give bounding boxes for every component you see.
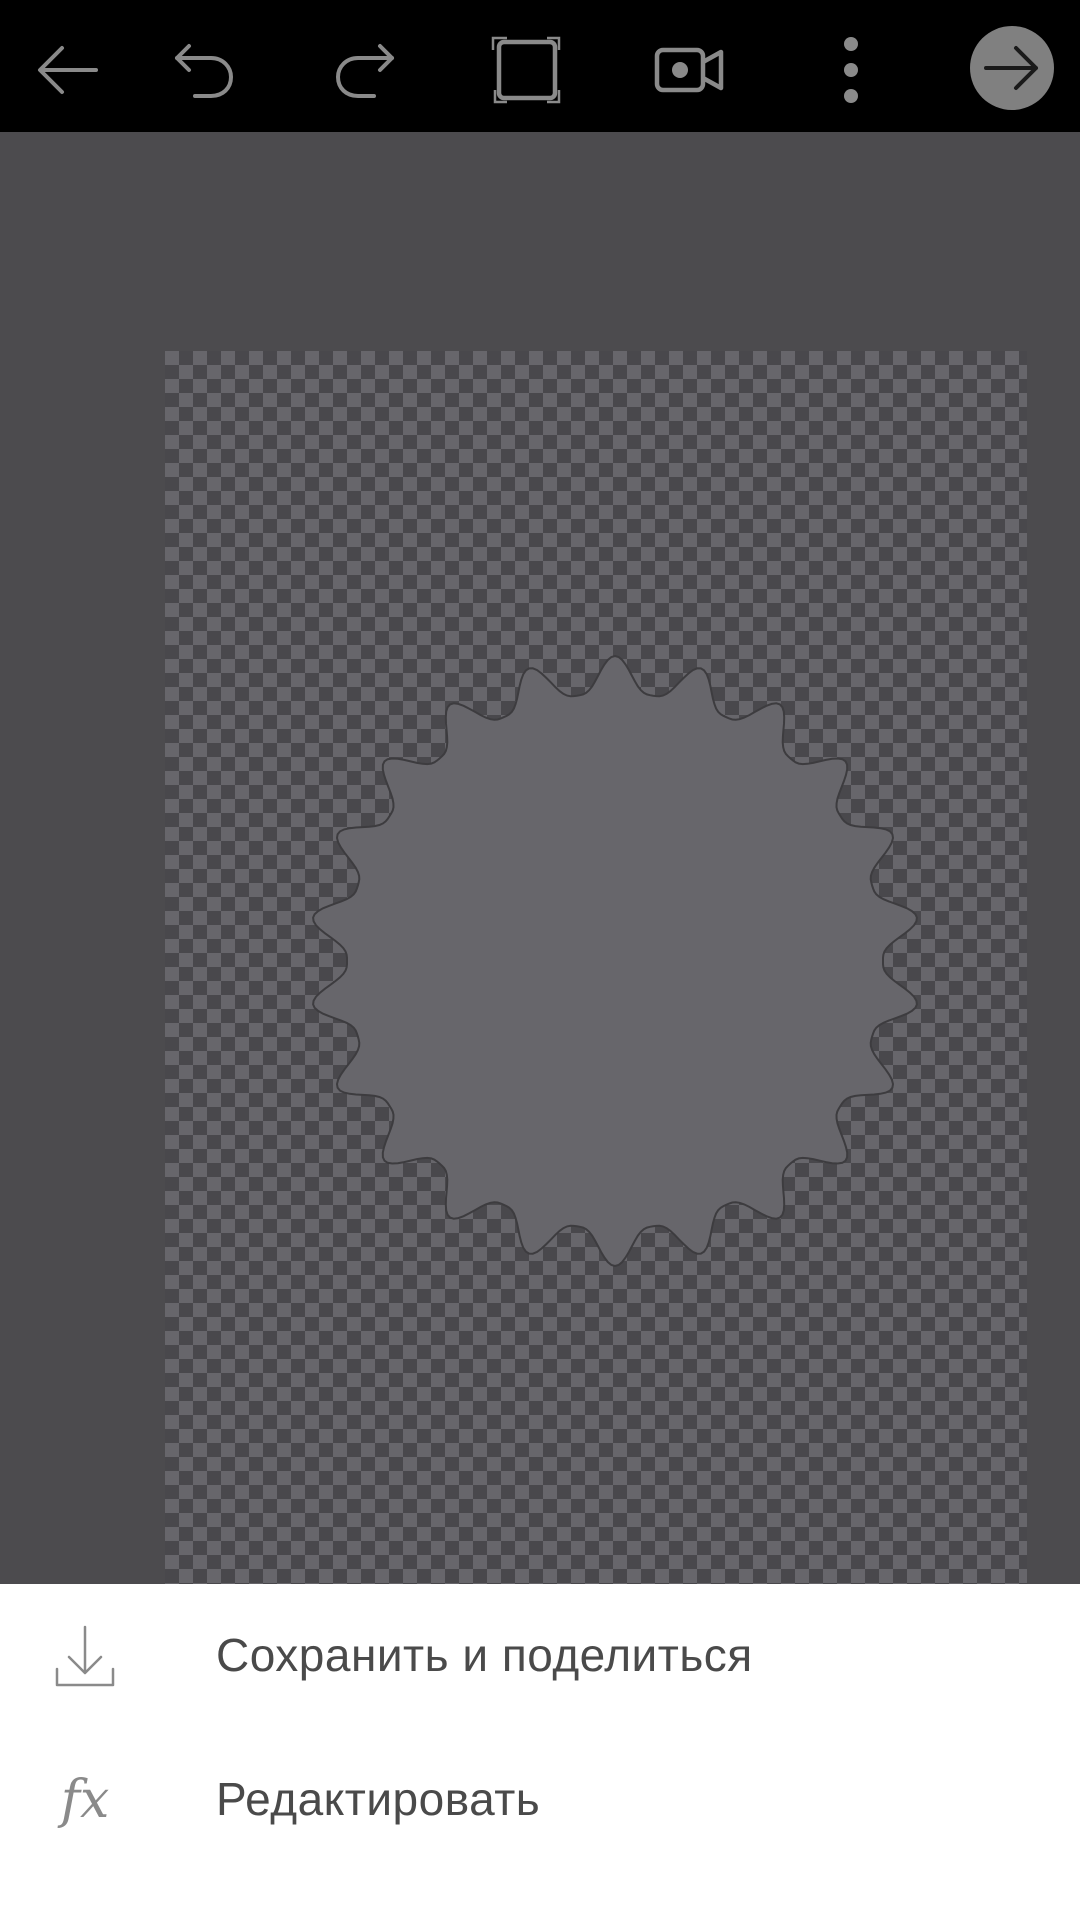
back-button[interactable] <box>20 22 116 118</box>
save-and-share-label: Сохранить и поделиться <box>216 1629 753 1681</box>
undo-icon <box>175 44 234 98</box>
more-vertical-icon <box>844 37 858 103</box>
next-button[interactable] <box>970 26 1054 110</box>
transparent-canvas[interactable] <box>165 351 1027 1585</box>
arrow-right-icon <box>984 46 1038 90</box>
more-options-button[interactable] <box>803 22 899 118</box>
starburst-badge-shape[interactable] <box>305 651 925 1271</box>
fx-icon: fx <box>50 1765 120 1835</box>
video-button[interactable] <box>641 22 737 118</box>
save-and-share-item[interactable]: Сохранить и поделиться <box>0 1584 1080 1728</box>
edit-item[interactable]: fx Редактировать <box>0 1728 1080 1872</box>
edit-label: Редактировать <box>216 1773 541 1825</box>
arrow-left-icon <box>38 46 98 94</box>
download-icon <box>50 1621 120 1691</box>
top-toolbar <box>0 0 1080 132</box>
bottom-sheet: Сохранить и поделиться fx Редактировать <box>0 1584 1080 1920</box>
crop-frame-icon <box>491 36 561 104</box>
crop-button[interactable] <box>479 22 575 118</box>
video-camera-icon <box>654 47 724 93</box>
redo-button[interactable] <box>318 22 414 118</box>
fx-glyph: fx <box>60 1770 110 1830</box>
workspace <box>0 135 1080 1585</box>
undo-button[interactable] <box>155 22 251 118</box>
redo-icon <box>335 44 394 98</box>
